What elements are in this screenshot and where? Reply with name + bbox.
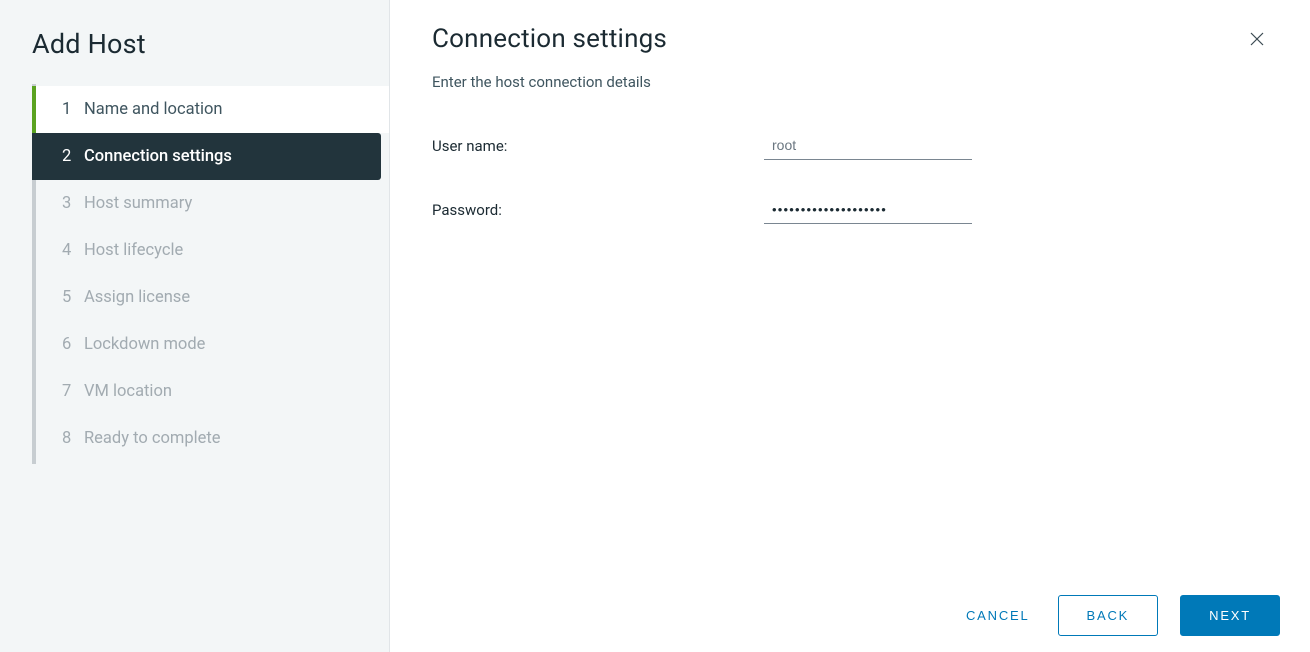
step-label: Ready to complete: [84, 429, 221, 448]
step-label: Name and location: [84, 100, 223, 119]
password-label: Password:: [432, 201, 764, 219]
close-icon: [1248, 30, 1266, 51]
step-label: Connection settings: [84, 147, 232, 166]
step-number: 4: [62, 241, 84, 260]
connection-form: User name: Password:: [432, 131, 1272, 260]
step-number: 1: [62, 100, 84, 119]
step-number: 8: [62, 429, 84, 448]
step-connection-settings[interactable]: 2 Connection settings: [32, 133, 381, 180]
add-host-wizard: Add Host 1 Name and location 2 Connectio…: [0, 0, 1310, 652]
next-button[interactable]: NEXT: [1180, 595, 1280, 636]
wizard-title: Add Host: [0, 0, 389, 84]
step-number: 5: [62, 288, 84, 307]
content-header: Connection settings: [432, 24, 1272, 57]
wizard-content: Connection settings Enter the host conne…: [390, 0, 1310, 652]
step-number: 6: [62, 335, 84, 354]
step-host-summary: 3 Host summary: [32, 180, 389, 227]
username-input[interactable]: [764, 131, 972, 160]
step-label: Host summary: [84, 194, 192, 213]
step-label: Host lifecycle: [84, 241, 183, 260]
step-lockdown-mode: 6 Lockdown mode: [32, 321, 389, 368]
username-row: User name:: [432, 131, 1272, 160]
close-button[interactable]: [1242, 24, 1272, 57]
step-vm-location: 7 VM location: [32, 368, 389, 415]
step-host-lifecycle: 4 Host lifecycle: [32, 227, 389, 274]
wizard-sidebar: Add Host 1 Name and location 2 Connectio…: [0, 0, 390, 652]
cancel-button[interactable]: CANCEL: [960, 598, 1036, 633]
step-label: Lockdown mode: [84, 335, 205, 354]
page-subtitle: Enter the host connection details: [432, 73, 1272, 91]
step-number: 7: [62, 382, 84, 401]
password-input[interactable]: [764, 196, 972, 224]
step-number: 3: [62, 194, 84, 213]
back-button[interactable]: BACK: [1058, 595, 1159, 636]
step-label: VM location: [84, 382, 172, 401]
wizard-footer: CANCEL BACK NEXT: [960, 595, 1280, 636]
password-row: Password:: [432, 196, 1272, 224]
step-assign-license: 5 Assign license: [32, 274, 389, 321]
wizard-steps: 1 Name and location 2 Connection setting…: [32, 84, 389, 464]
page-title: Connection settings: [432, 24, 667, 54]
step-name-and-location[interactable]: 1 Name and location: [32, 86, 389, 133]
step-ready-to-complete: 8 Ready to complete: [32, 415, 389, 462]
step-number: 2: [62, 147, 84, 166]
step-label: Assign license: [84, 288, 190, 307]
username-label: User name:: [432, 137, 764, 155]
